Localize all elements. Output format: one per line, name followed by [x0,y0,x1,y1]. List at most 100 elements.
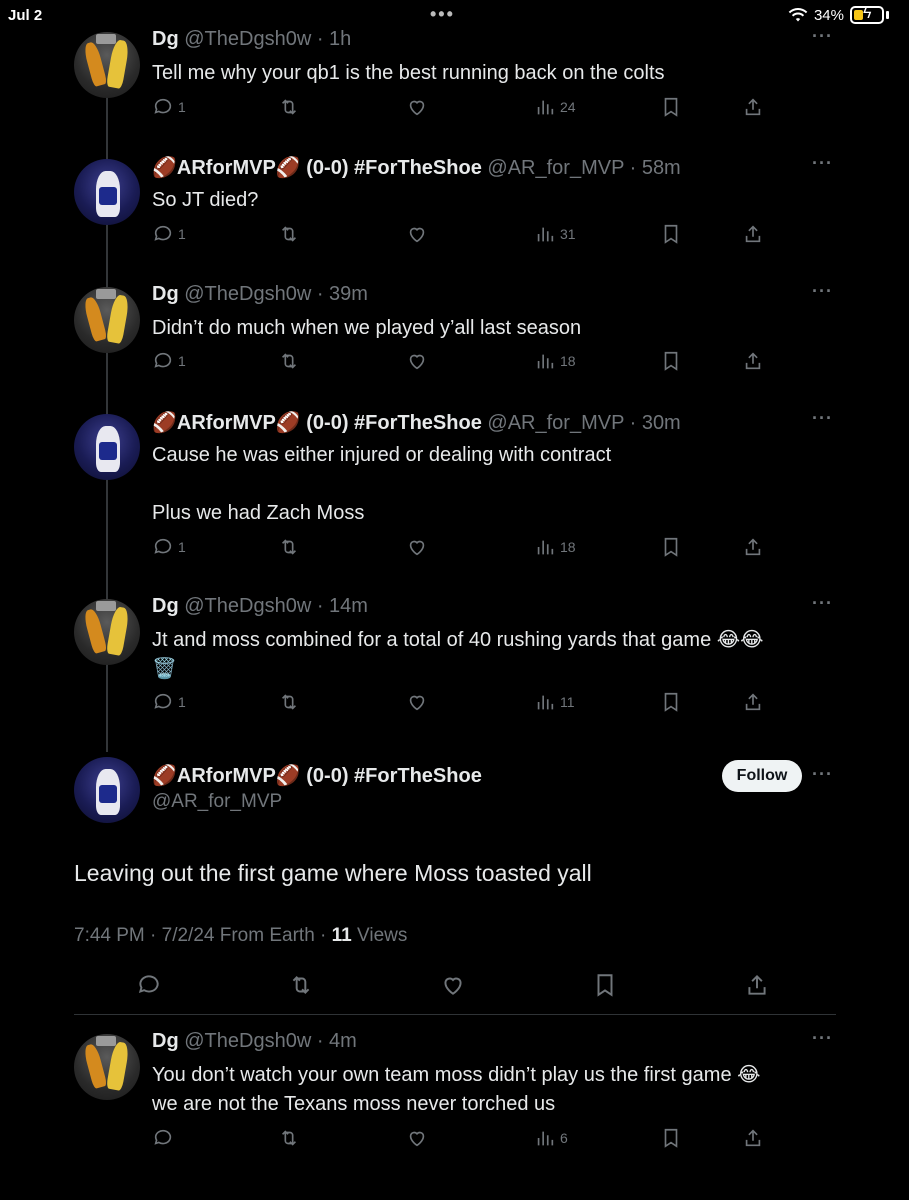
retweet-button[interactable] [288,972,314,998]
tweet-text-line: So JT died? [152,189,259,211]
share-button[interactable] [742,350,764,372]
reply-button[interactable] [152,1127,174,1149]
status-time: Jul 2 [8,7,43,24]
share-button[interactable] [742,96,764,118]
author-name[interactable]: 🏈ARforMVP🏈 (0-0) #ForTheShoe [152,157,482,179]
more-options-icon[interactable]: ··· [812,281,833,302]
like-button[interactable] [406,1127,428,1149]
author-name[interactable]: Dg [152,595,179,617]
reply-button[interactable]: 1 [152,96,186,118]
author-meta[interactable]: @TheDgsh0w · 39m [184,283,368,305]
follow-button[interactable]: Follow [722,760,802,792]
views-count: 6 [560,1130,568,1146]
like-button[interactable] [406,96,428,118]
like-button[interactable] [406,691,428,713]
reply-icon [154,538,172,554]
battery-percent: 34% [813,6,844,24]
author-meta[interactable]: @TheDgsh0w · 4m [184,1030,357,1052]
like-icon [444,977,462,995]
like-button[interactable] [440,972,466,998]
more-options-icon[interactable]: ··· [812,593,833,614]
views-icon [537,227,554,242]
bookmark-button[interactable] [660,223,682,245]
reply-icon [138,975,159,994]
author-name[interactable]: 🏈ARforMVP🏈 (0-0) #ForTheShoe [152,412,482,434]
views-button[interactable]: 18 [534,536,576,558]
author-name[interactable]: Dg [152,1030,179,1052]
focus-author-handle[interactable]: @AR_for_MVP [152,791,282,813]
like-button[interactable] [406,350,428,372]
retweet-button[interactable] [278,536,300,558]
share-button[interactable] [742,691,764,713]
author-meta[interactable]: @AR_for_MVP · 58m [487,157,680,179]
avatar[interactable] [74,159,140,225]
tweet-text-line: Cause he was either injured or dealing w… [152,444,612,466]
more-options-icon[interactable]: ··· [812,26,833,47]
reply-count: 1 [178,353,186,369]
multitasking-dots[interactable]: ••• [430,4,455,25]
views-button[interactable]: 11 [534,691,575,713]
timestamp[interactable]: 7:44 PM · 7/2/24 From Earth · [74,925,332,946]
share-button[interactable] [742,1127,764,1149]
reply-button[interactable] [136,972,162,998]
retweet-icon [281,353,297,369]
views-count: 31 [560,226,576,242]
retweet-button[interactable] [278,223,300,245]
author-name[interactable]: Dg [152,283,179,305]
avatar[interactable] [74,414,140,480]
more-options-icon[interactable]: ··· [812,408,833,429]
more-options-icon[interactable]: ··· [812,1028,833,1049]
reply-button[interactable]: 1 [152,350,186,372]
divider [74,1014,836,1015]
like-button[interactable] [406,536,428,558]
bookmark-button[interactable] [660,691,682,713]
views-count: 11 [560,694,575,710]
retweet-button[interactable] [278,691,300,713]
focus-tweet-text: Leaving out the first game where Moss to… [74,860,592,886]
bookmark-icon [664,97,678,117]
bookmark-icon [664,1128,678,1148]
reply-button[interactable]: 1 [152,223,186,245]
battery-icon: ϟ [850,5,884,24]
avatar[interactable] [74,32,140,98]
share-button[interactable] [744,972,770,998]
author-meta[interactable]: @TheDgsh0w · 14m [184,595,368,617]
bookmark-button[interactable] [660,1127,682,1149]
avatar[interactable] [74,757,140,823]
like-icon [409,540,425,556]
reply-button[interactable]: 1 [152,691,186,713]
views-button[interactable]: 31 [534,223,576,245]
views-button[interactable]: 18 [534,350,576,372]
views-button[interactable]: 6 [534,1127,568,1149]
author-meta[interactable]: @AR_for_MVP · 30m [487,412,680,434]
reply-icon [154,352,172,368]
tweet-actions: 1 11 [152,691,772,717]
bookmark-button[interactable] [660,350,682,372]
share-button[interactable] [742,536,764,558]
tweet-text-line: 🗑️ [152,658,177,680]
views-button[interactable]: 24 [534,96,576,118]
bookmark-icon [597,974,613,997]
bookmark-icon [664,224,678,244]
retweet-button[interactable] [278,350,300,372]
reply-button[interactable]: 1 [152,536,186,558]
bookmark-button[interactable] [660,96,682,118]
bookmark-button[interactable] [660,536,682,558]
share-icon [748,974,766,995]
retweet-button[interactable] [278,96,300,118]
share-button[interactable] [742,223,764,245]
author-meta[interactable]: @TheDgsh0w · 1h [184,28,351,50]
avatar[interactable] [74,599,140,665]
more-options-icon[interactable]: ··· [812,764,833,785]
tweet-text-line: Didn’t do much when we played y’all last… [152,317,582,339]
retweet-button[interactable] [278,1127,300,1149]
like-button[interactable] [406,223,428,245]
more-options-icon[interactable]: ··· [812,153,833,174]
avatar[interactable] [74,1034,140,1100]
views-count: 18 [560,539,576,555]
bookmark-button[interactable] [592,972,618,998]
avatar[interactable] [74,287,140,353]
views-icon [537,1131,554,1146]
author-name[interactable]: Dg [152,28,179,50]
focus-author-name[interactable]: 🏈ARforMVP🏈 (0-0) #ForTheShoe [152,763,482,788]
